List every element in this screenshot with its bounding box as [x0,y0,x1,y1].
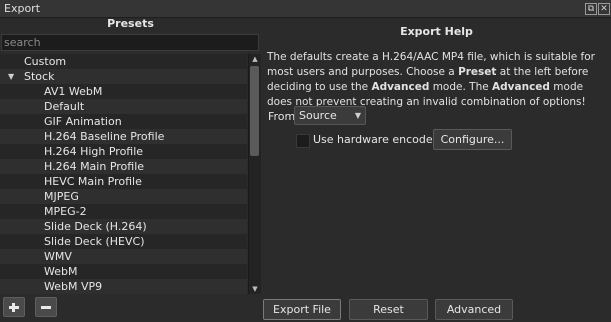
export-help-header: Export Help [400,25,473,38]
preset-item[interactable]: Default [0,99,247,114]
preset-label: HEVC Main Profile [44,175,142,188]
preset-label: WebM [44,265,78,278]
preset-item[interactable]: WMV [0,249,247,264]
preset-item[interactable]: AV1 WebM [0,84,247,99]
preset-item[interactable]: MJPEG [0,189,247,204]
expand-arrow-icon[interactable]: ▼ [8,69,14,84]
presets-header: Presets [107,17,154,30]
from-dropdown[interactable]: Source ▼ [294,106,366,125]
hardware-encoder-checkbox[interactable] [296,134,310,148]
export-file-button[interactable]: Export File [263,299,341,320]
scroll-up-icon[interactable]: ▲ [249,54,261,64]
minus-icon [41,306,51,309]
preset-label: MJPEG [44,190,79,203]
preset-label: Stock [24,70,55,83]
hardware-encoder-label: Use hardware encoder [313,133,438,146]
preset-label: MPEG-2 [44,205,87,218]
search-input[interactable] [1,34,259,51]
preset-label: GIF Animation [44,115,122,128]
preset-item[interactable]: WebM VP9 [0,279,247,294]
preset-label: H.264 Main Profile [44,160,145,173]
reset-button[interactable]: Reset [349,299,428,320]
preset-label: Custom [24,55,67,68]
scroll-down-icon[interactable]: ▼ [249,284,261,294]
preset-item[interactable]: H.264 Main Profile [0,159,247,174]
preset-label: AV1 WebM [44,85,103,98]
add-preset-button[interactable] [3,297,25,317]
window-title: Export [4,2,41,15]
preset-group-stock[interactable]: ▼ Stock [0,69,247,84]
preset-item[interactable]: H.264 Baseline Profile [0,129,247,144]
float-icon[interactable]: ⧉ [585,3,597,15]
preset-item[interactable]: WebM [0,264,247,279]
presets-list[interactable]: Custom ▼ Stock AV1 WebM Default GIF Anima… [0,54,247,294]
preset-item[interactable]: Slide Deck (H.264) [0,219,247,234]
preset-label: Slide Deck (H.264) [44,220,147,233]
preset-label: WebM VP9 [44,280,103,293]
remove-preset-button[interactable] [35,297,57,317]
from-label: From [268,110,296,123]
preset-item[interactable]: MPEG-2 [0,204,247,219]
preset-item[interactable]: Custom [0,54,247,69]
presets-scrollbar[interactable]: ▲ ▼ [248,54,261,294]
preset-label: H.264 High Profile [44,145,144,158]
close-icon[interactable]: ✕ [598,3,610,15]
advanced-button[interactable]: Advanced [435,299,513,320]
preset-label: WMV [44,250,72,263]
preset-label: Default [44,100,85,113]
export-help-text: The defaults create a H.264/AAC MP4 file… [267,51,595,108]
configure-button[interactable]: Configure... [433,129,512,150]
from-value: Source [299,109,337,122]
preset-label: Slide Deck (HEVC) [44,235,145,248]
title-bar: Export ⧉ ✕ [0,0,611,18]
preset-item[interactable]: Slide Deck (HEVC) [0,234,247,249]
preset-item[interactable]: HEVC Main Profile [0,174,247,189]
preset-item[interactable]: GIF Animation [0,114,247,129]
preset-label: H.264 Baseline Profile [44,130,165,143]
dropdown-caret-icon: ▼ [354,111,361,120]
preset-item[interactable]: H.264 High Profile [0,144,247,159]
scrollbar-thumb[interactable] [250,66,259,156]
